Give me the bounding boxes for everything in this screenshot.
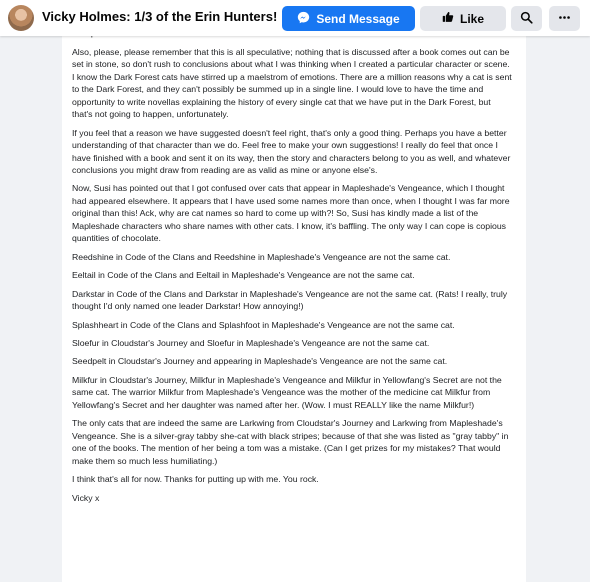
post-paragraph: Milkfur in Cloudstar's Journey, Milkfur … [72,374,502,410]
post-paragraph: Darkstar in Code of the Clans and Darkst… [72,288,508,312]
search-button[interactable] [511,6,542,31]
page-title[interactable]: Vicky Holmes: 1/3 of the Erin Hunters! [42,9,277,24]
thumbs-up-icon [442,11,454,26]
post-paragraph: Seedpelt in Cloudstar's Journey and appe… [72,356,448,367]
send-message-button[interactable]: Send Message [282,6,415,31]
post-content-panel: lifetime job for her, so please be patie… [62,0,526,582]
send-message-label: Send Message [316,11,400,26]
post-body: lifetime job for her, so please be patie… [72,15,512,510]
more-dots-icon [558,11,571,27]
like-button[interactable]: Like [420,6,506,31]
post-paragraph: If you feel that a reason we have sugges… [72,127,511,175]
more-options-button[interactable] [549,6,580,31]
post-paragraph: Sloefur in Cloudstar's Journey and Sloef… [72,337,430,348]
post-paragraph: Reedshine in Code of the Clans and Reeds… [72,251,451,262]
search-icon [520,11,533,27]
avatar[interactable] [8,5,34,31]
page-header-bar: Vicky Holmes: 1/3 of the Erin Hunters! S… [0,0,590,36]
post-signature: Vicky x [72,492,100,503]
post-paragraph: I think that's all for now. Thanks for p… [72,474,319,485]
messenger-icon [297,11,310,27]
post-paragraph: Now, Susi has pointed out that I got con… [72,183,510,244]
post-paragraph: The only cats that are indeed the same a… [72,418,509,466]
post-paragraph: Eeltail in Code of the Clans and Eeltail… [72,270,415,281]
post-paragraph: Splashheart in Code of the Clans and Spl… [72,319,455,330]
post-paragraph: Also, please, please remember that this … [72,46,512,120]
like-label: Like [459,11,484,26]
